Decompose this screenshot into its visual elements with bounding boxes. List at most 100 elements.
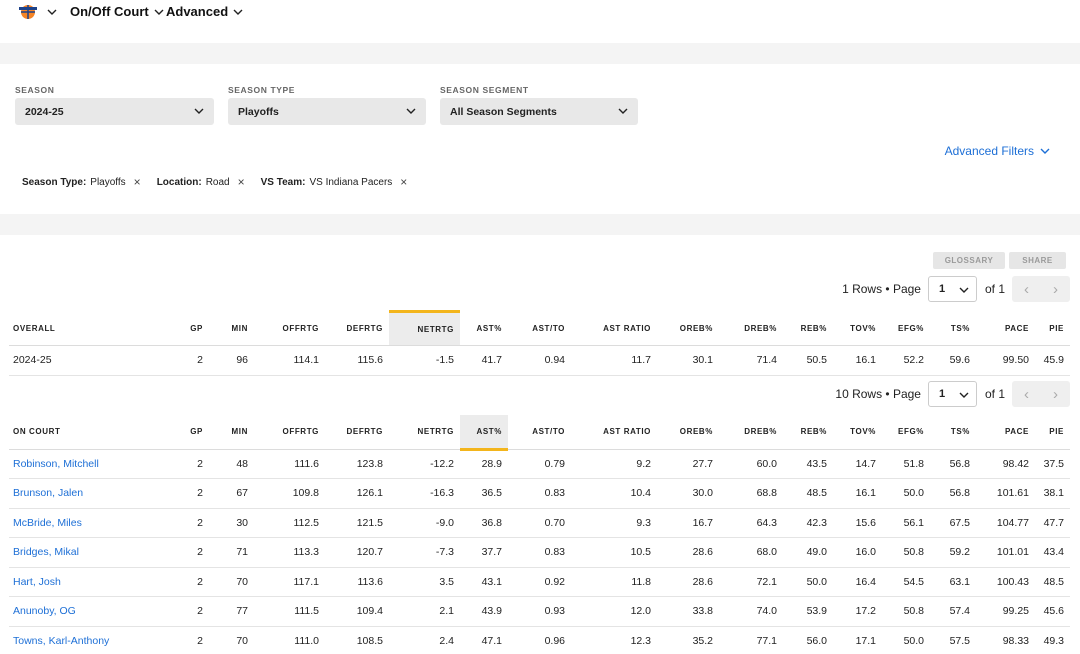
stat-cell: 48.5 — [1035, 567, 1070, 597]
stat-cell: 0.94 — [508, 345, 571, 376]
column-header[interactable]: REB% — [783, 311, 833, 346]
column-header[interactable]: MIN — [209, 415, 254, 450]
season-label: SEASON — [15, 85, 55, 95]
column-header[interactable]: DEFRTG — [325, 415, 389, 450]
column-header[interactable]: AST/TO — [508, 311, 571, 346]
prev-page-icon[interactable]: ‹ — [1024, 281, 1029, 298]
column-header[interactable]: AST RATIO — [571, 311, 657, 346]
player-cell: Towns, Karl-Anthony — [9, 626, 159, 654]
table-row: Towns, Karl-Anthony 2 70 111.0 108.5 2.4 47.1 0… — [9, 626, 1070, 654]
column-header[interactable]: TOV% — [833, 311, 882, 346]
player-link[interactable]: Anunoby, OG — [13, 605, 76, 617]
player-link[interactable]: McBride, Miles — [13, 517, 82, 529]
next-page-icon[interactable]: › — [1053, 386, 1058, 403]
stat-cell: 37.5 — [1035, 449, 1070, 479]
column-header[interactable]: PIE — [1035, 415, 1070, 450]
column-header[interactable]: AST RATIO — [571, 415, 657, 450]
team-chevron-down-icon[interactable] — [47, 8, 57, 16]
column-header[interactable]: DREB% — [719, 415, 783, 450]
stat-cell: 77 — [209, 596, 254, 627]
stat-cell: 98.42 — [976, 449, 1035, 479]
stat-cell: 50.8 — [882, 596, 930, 627]
column-header[interactable]: EFG% — [882, 415, 930, 450]
column-header[interactable]: TS% — [930, 415, 976, 450]
player-link[interactable]: Robinson, Mitchell — [13, 458, 99, 470]
column-header[interactable]: OREB% — [657, 311, 719, 346]
stat-cell: 72.1 — [719, 567, 783, 597]
stat-cell: 30.1 — [657, 345, 719, 376]
column-header[interactable]: DEFRTG — [325, 311, 389, 346]
stat-cell: 126.1 — [325, 478, 389, 509]
stat-cell: 33.8 — [657, 596, 719, 627]
player-cell: Robinson, Mitchell — [9, 449, 159, 479]
stat-cell: 43.1 — [460, 567, 508, 597]
column-header[interactable]: EFG% — [882, 311, 930, 346]
stat-cell: 2 — [159, 596, 209, 627]
player-link[interactable]: Bridges, Mikal — [13, 546, 79, 558]
overall-table: OVERALL GP MIN OFFRTG DEFRTG NETRTG AST% AST/TO… — [9, 310, 1070, 376]
column-header[interactable]: GP — [159, 311, 209, 346]
column-header[interactable]: PIE — [1035, 311, 1070, 346]
stat-cell: 11.8 — [571, 567, 657, 597]
page-select[interactable]: 1 — [927, 381, 977, 407]
next-page-icon[interactable]: › — [1053, 281, 1058, 298]
stat-cell: 68.0 — [719, 537, 783, 568]
stat-cell: 98.33 — [976, 626, 1035, 654]
stat-cell: 96 — [209, 345, 254, 376]
column-header[interactable]: OFFRTG — [254, 415, 325, 450]
stat-cell: 113.3 — [254, 537, 325, 568]
column-header[interactable]: TOV% — [833, 415, 882, 450]
pager-of-label: of 1 — [984, 282, 1005, 296]
prev-page-icon[interactable]: ‹ — [1024, 386, 1029, 403]
stat-cell: 41.7 — [460, 345, 508, 376]
filter-chip-value: Playoffs — [90, 176, 126, 188]
stat-cell: 16.1 — [833, 345, 882, 376]
column-header[interactable]: AST% — [460, 311, 508, 346]
stat-cell: 109.8 — [254, 478, 325, 509]
column-header[interactable]: OFFRTG — [254, 311, 325, 346]
player-link[interactable]: Brunson, Jalen — [13, 487, 83, 499]
column-header[interactable]: PACE — [976, 311, 1035, 346]
stat-cell: 15.6 — [833, 508, 882, 538]
column-header[interactable]: NETRTG — [389, 415, 460, 450]
column-header[interactable]: DREB% — [719, 311, 783, 346]
pager-oncourt: 10 Rows • Page 1 of 1 ‹ › — [835, 381, 1070, 407]
share-button[interactable]: SHARE — [1009, 252, 1066, 269]
page-select[interactable]: 1 — [927, 276, 977, 302]
advanced-filters-toggle[interactable]: Advanced Filters — [945, 144, 1050, 158]
nav-advanced[interactable]: Advanced — [166, 4, 243, 19]
player-link[interactable]: Towns, Karl-Anthony — [13, 635, 109, 647]
column-header[interactable]: AST% — [460, 415, 508, 451]
column-header[interactable]: NETRTG — [389, 310, 460, 346]
chevron-down-icon — [959, 287, 969, 293]
season-type-label: SEASON TYPE — [228, 85, 296, 95]
stat-cell: 42.3 — [783, 508, 833, 538]
stat-cell: 14.7 — [833, 449, 882, 479]
player-link[interactable]: Hart, Josh — [13, 576, 61, 588]
season-select[interactable]: 2024-25 — [15, 98, 214, 125]
column-header[interactable]: TS% — [930, 311, 976, 346]
remove-filter-icon[interactable]: × — [134, 175, 141, 189]
stat-cell: 99.25 — [976, 596, 1035, 627]
nav-on-off-court[interactable]: On/Off Court — [70, 4, 164, 19]
stat-cell: 45.6 — [1035, 596, 1070, 627]
column-header[interactable]: AST/TO — [508, 415, 571, 450]
chevron-down-icon — [959, 392, 969, 398]
section-divider — [0, 43, 1080, 64]
column-header[interactable]: REB% — [783, 415, 833, 450]
column-header[interactable]: PACE — [976, 415, 1035, 450]
stat-cell: 45.9 — [1035, 345, 1070, 376]
column-header[interactable]: OREB% — [657, 415, 719, 450]
glossary-button[interactable]: GLOSSARY — [933, 252, 1005, 269]
stat-cell: 115.6 — [325, 345, 389, 376]
season-cell: 2024-25 — [9, 345, 159, 376]
remove-filter-icon[interactable]: × — [238, 175, 245, 189]
stat-cell: 74.0 — [719, 596, 783, 627]
column-header[interactable]: GP — [159, 415, 209, 450]
remove-filter-icon[interactable]: × — [400, 175, 407, 189]
column-header[interactable]: MIN — [209, 311, 254, 346]
team-logo-icon[interactable] — [18, 3, 38, 21]
season-type-select[interactable]: Playoffs — [228, 98, 426, 125]
oncourt-header-row: ON COURT GP MIN OFFRTG DEFRTG NETRTG AST% AST/T… — [9, 415, 1070, 451]
season-segment-select[interactable]: All Season Segments — [440, 98, 638, 125]
